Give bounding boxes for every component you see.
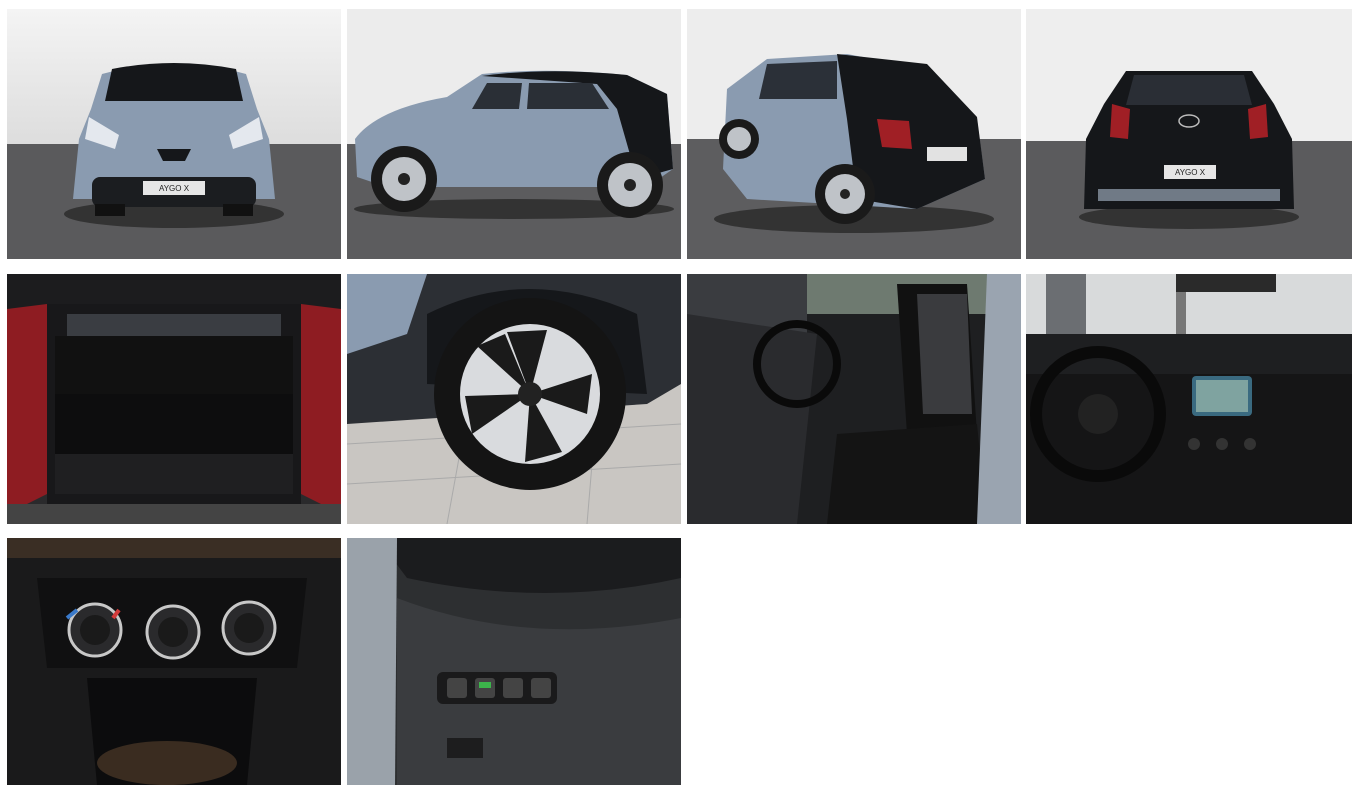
car-front-image: AYGO X <box>7 9 341 259</box>
car-side-image <box>347 9 681 259</box>
rear-plate-text: AYGO X <box>1175 168 1206 177</box>
dashboard-image <box>1026 274 1352 524</box>
front-plate-text: AYGO X <box>159 184 190 193</box>
photo-tile-wheel[interactable] <box>347 274 681 524</box>
photo-tile-front[interactable]: AYGO X <box>7 9 341 259</box>
photo-tile-climate-controls[interactable] <box>7 538 341 785</box>
climate-knobs-image <box>7 538 341 785</box>
photo-tile-switch-panel[interactable] <box>347 538 681 785</box>
photo-tile-side[interactable] <box>347 9 681 259</box>
photo-tile-rear-three-quarter[interactable] <box>687 9 1021 259</box>
photo-tile-trunk[interactable] <box>7 274 341 524</box>
switches-image <box>347 538 681 785</box>
seat-image <box>687 274 1021 524</box>
photo-tile-dashboard[interactable] <box>1026 274 1352 524</box>
car-rear-image: AYGO X <box>1026 9 1352 259</box>
photo-tile-rear[interactable]: AYGO X <box>1026 9 1352 259</box>
wheel-image <box>347 274 681 524</box>
photo-tile-front-seats[interactable] <box>687 274 1021 524</box>
photo-gallery: AYGO X AYGO X <box>0 0 1352 785</box>
trunk-image <box>7 274 341 524</box>
car-rear-quarter-image <box>687 9 1021 259</box>
